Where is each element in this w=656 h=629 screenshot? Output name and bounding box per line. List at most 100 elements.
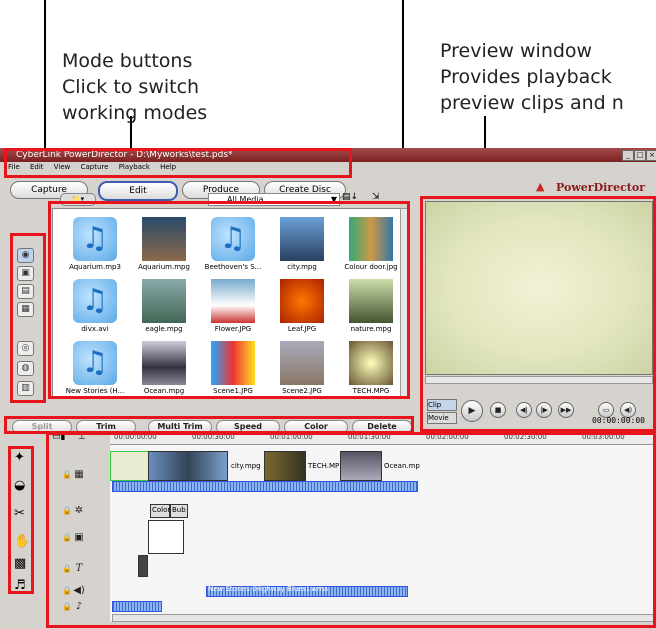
reef-thumbnail[interactable]	[142, 217, 186, 261]
leaf-thumbnail[interactable]	[280, 279, 324, 323]
callout-preview-title: Preview window	[440, 40, 593, 62]
chapter-room-icon[interactable]: ◍	[17, 361, 34, 376]
callout-mode-line3: working modes	[62, 102, 208, 124]
lock-icon[interactable]: 🔒	[58, 600, 76, 614]
window-title: CyberLink PowerDirector - D:\Myworks\tes…	[16, 150, 233, 160]
stop-button[interactable]: ■	[490, 402, 506, 418]
callout-mode-line2: Click to switch	[62, 76, 200, 98]
scene2-thumbnail[interactable]	[280, 341, 324, 385]
timeline-ruler[interactable]: 00:00:00:00 00:00:30:00 00:01:00:00 00:0…	[110, 432, 656, 445]
fx-label-bub: Bub	[172, 506, 186, 514]
timeline-scrollbar[interactable]	[112, 614, 654, 622]
import-dropdown[interactable]: 📁▾	[60, 193, 96, 206]
ruler-tick-6: 00:03:00:00	[582, 433, 625, 441]
next-frame-button[interactable]: |▶	[536, 402, 552, 418]
timeline-clip[interactable]	[110, 451, 150, 481]
magic-wand-icon[interactable]: ✦	[14, 450, 25, 465]
mode-button-edit[interactable]: Edit	[98, 181, 178, 201]
fast-forward-button[interactable]: ▶▶	[558, 402, 574, 418]
preview-slider[interactable]	[425, 376, 653, 384]
menu-view[interactable]: View	[54, 163, 71, 171]
title-room-icon[interactable]: ▦	[17, 302, 34, 317]
minimize-icon[interactable]: _	[622, 150, 634, 161]
voice-record-icon[interactable]: ◎	[17, 341, 34, 356]
magic-clean-icon[interactable]: ◒	[14, 478, 25, 493]
tech-thumbnail[interactable]	[349, 341, 393, 385]
effect-room-icon[interactable]: ▣	[17, 266, 34, 281]
lock-icon[interactable]: 🔒	[58, 584, 76, 598]
app-logo: PowerDirector	[556, 181, 645, 194]
video-audio-waveform	[112, 481, 418, 492]
library-item-label: New Stories (H...	[65, 387, 125, 395]
view-icon[interactable]: ⇲	[372, 192, 380, 202]
library-item-label: Scene1.JPG	[213, 387, 253, 395]
library-scrollbar[interactable]	[400, 208, 410, 398]
timeline-clip[interactable]	[264, 451, 306, 481]
media-library: ♫ Aquarium.mp3 Aquarium.mpg ♫ Beethoven's S.…	[52, 208, 404, 398]
movie-mode-tab[interactable]: Movie	[427, 412, 457, 424]
timeline-clip[interactable]	[148, 451, 228, 481]
library-item-label: city.mpg	[287, 263, 317, 271]
magic-music-icon[interactable]: ♬	[14, 578, 26, 593]
music-note-icon[interactable]: ♫	[73, 341, 117, 385]
scene1-thumbnail[interactable]	[211, 341, 255, 385]
chevron-down-icon: ▼	[330, 195, 337, 204]
timeline-view-icon[interactable]: ▭▮	[52, 432, 65, 442]
pip-clip[interactable]	[148, 520, 184, 554]
music-note-icon[interactable]: ♫	[73, 279, 117, 323]
city-thumbnail[interactable]	[280, 217, 324, 261]
close-icon[interactable]: ×	[646, 150, 656, 161]
menu-playback[interactable]: Playback	[119, 163, 150, 171]
pip-room-icon[interactable]: ▤	[17, 284, 34, 299]
eagle-thumbnail[interactable]	[142, 279, 186, 323]
callout-preview-line2: Provides playback	[440, 66, 612, 88]
flower-thumbnail[interactable]	[211, 279, 255, 323]
prev-frame-button[interactable]: ◀|	[516, 402, 532, 418]
library-item-label: Flower.JPG	[214, 325, 252, 333]
storyboard-view-icon[interactable]: ⊥	[78, 432, 86, 442]
lock-icon[interactable]: 🔒	[58, 531, 76, 545]
library-item-label: eagle.mpg	[145, 325, 183, 333]
music-note-icon[interactable]: ♫	[73, 217, 117, 261]
menu-file[interactable]: File	[8, 163, 20, 171]
play-button[interactable]: ▶	[461, 400, 483, 422]
lock-icon[interactable]: 🔒	[58, 504, 76, 518]
clip-label-tech: TECH.MP	[308, 462, 340, 470]
magic-style-icon[interactable]: ▩	[14, 556, 26, 571]
preview-window	[425, 201, 653, 375]
door-thumbnail[interactable]	[349, 217, 393, 261]
library-item-label: TECH.MPG	[352, 387, 390, 395]
music-waveform[interactable]	[112, 601, 162, 612]
title-clip[interactable]	[138, 555, 148, 577]
subtitle-room-icon[interactable]: ▥	[17, 381, 34, 396]
ruler-tick-4: 00:02:00:00	[426, 433, 469, 441]
clip-mode-tab[interactable]: Clip	[427, 399, 457, 411]
menu-help[interactable]: Help	[160, 163, 176, 171]
maximize-icon[interactable]: □	[634, 150, 646, 161]
library-item-label: Leaf.JPG	[287, 325, 317, 333]
menu-capture[interactable]: Capture	[81, 163, 109, 171]
home-icon[interactable]: ▲	[536, 180, 544, 193]
lock-icon[interactable]: 🔒	[58, 468, 76, 482]
ruler-tick-3: 00:01:30:00	[348, 433, 391, 441]
nature-thumbnail[interactable]	[349, 279, 393, 323]
lock-icon[interactable]: 🔒	[58, 562, 76, 576]
library-item-label: Aquarium.mp3	[69, 263, 121, 271]
fx-label-color: Color	[152, 506, 171, 514]
library-item-label: Aquarium.mpg	[138, 263, 190, 271]
media-room-icon[interactable]: ◉	[17, 248, 34, 263]
library-item-label: Colour door.jpg	[344, 263, 398, 271]
ruler-tick-2: 00:01:00:00	[270, 433, 313, 441]
ruler-tick-1: 00:00:30:00	[192, 433, 235, 441]
ocean-thumbnail[interactable]	[142, 341, 186, 385]
callout-mode-title: Mode buttons	[62, 50, 193, 72]
app-window: CyberLink PowerDirector - D:\Myworks\tes…	[0, 148, 656, 629]
timeline-clip[interactable]	[340, 451, 382, 481]
music-note-icon[interactable]: ♫	[211, 217, 255, 261]
callout-preview-line3: preview clips and n	[440, 92, 624, 114]
magic-cut-icon[interactable]: ✂	[14, 506, 25, 521]
menu-edit[interactable]: Edit	[30, 163, 44, 171]
media-filter-select[interactable]: All Media ▼	[208, 193, 340, 206]
sort-icon[interactable]: ▤↓	[342, 192, 358, 202]
magic-fix-icon[interactable]: ✋	[14, 534, 30, 549]
